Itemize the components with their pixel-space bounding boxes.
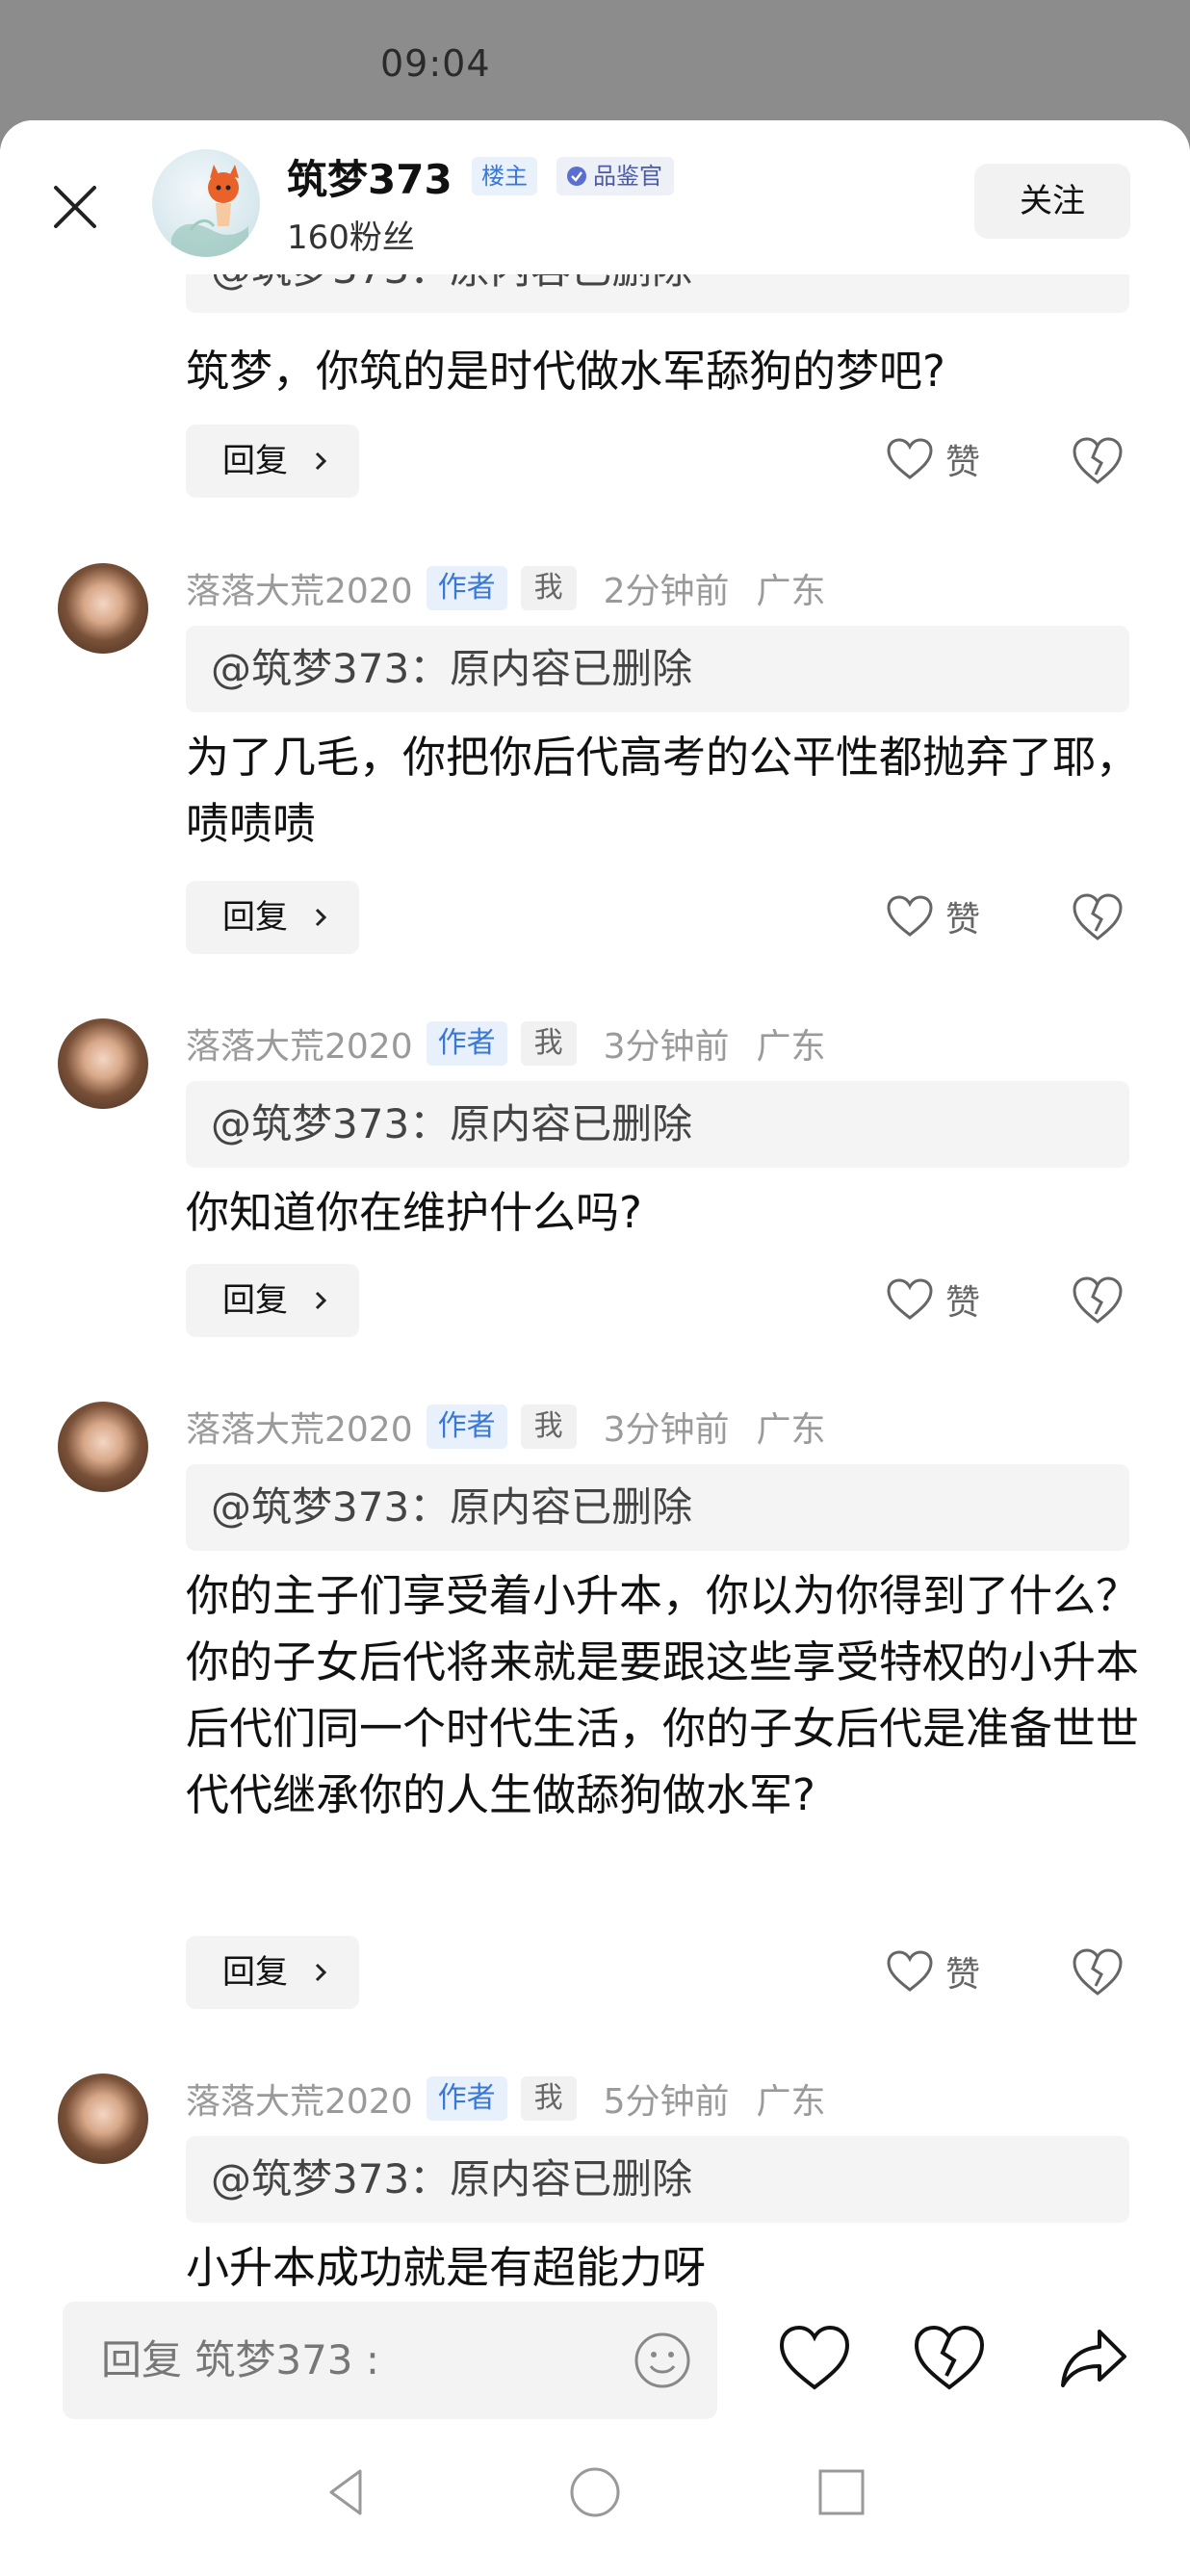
reply-button[interactable]: 回复	[186, 881, 359, 954]
back-icon[interactable]	[318, 2463, 375, 2521]
broken-heart-icon[interactable]	[1071, 434, 1125, 488]
like-button[interactable]: 赞	[886, 430, 1011, 488]
comment-meta: 落落大荒2020 作者 我 3分钟前 广东	[186, 1019, 826, 1068]
avatar[interactable]	[152, 149, 260, 257]
owner-badge: 楼主	[472, 157, 537, 195]
like-button[interactable]: 赞	[886, 888, 1011, 945]
reply-label: 回复	[222, 1953, 288, 1992]
chevron-right-icon	[315, 1963, 327, 1982]
reply-button[interactable]: 回复	[186, 1264, 359, 1337]
judge-badge: 品鉴官	[556, 157, 674, 195]
quote-block: @筑梦373：原内容已删除	[186, 1081, 1129, 1168]
comment-body: 你的主子们享受着小升本，你以为你得到了什么？你的子女后代将来就是要跟这些享受特权…	[186, 1570, 1140, 1820]
author-name[interactable]: 落落大荒2020	[186, 1402, 413, 1452]
broken-heart-icon[interactable]	[1071, 890, 1125, 944]
comment-location: 广东	[756, 1027, 826, 1067]
sheet-header: 筑梦373 楼主 品鉴官 160粉丝 关注	[0, 120, 1190, 274]
fox-avatar-icon	[171, 165, 248, 257]
like-label: 赞	[945, 1955, 981, 1995]
status-bar: 09:04	[0, 0, 1190, 120]
comment-location: 广东	[756, 1410, 826, 1450]
quote-block: @筑梦373：原内容已删除	[186, 626, 1129, 712]
comment-time: 3分钟前	[603, 1410, 730, 1450]
broken-heart-icon[interactable]	[1071, 1274, 1125, 1327]
reply-label: 回复	[222, 442, 288, 480]
author-name[interactable]: 落落大荒2020	[186, 563, 413, 613]
me-tag: 我	[520, 566, 577, 610]
like-button[interactable]: 赞	[886, 1271, 1011, 1328]
avatar[interactable]	[58, 1402, 148, 1492]
follow-button[interactable]: 关注	[974, 164, 1130, 239]
author-name[interactable]: 落落大荒2020	[186, 2074, 413, 2124]
heart-icon	[887, 895, 933, 937]
comment-body: 你知道你在维护什么吗?	[186, 1187, 642, 1238]
chevron-right-icon	[315, 908, 327, 927]
home-icon[interactable]	[566, 2463, 624, 2521]
bottom-bar: 回复 筑梦373 :	[0, 2286, 1190, 2576]
me-tag: 我	[520, 1021, 577, 1066]
me-tag: 我	[520, 1404, 577, 1449]
reply-label: 回复	[222, 898, 288, 937]
avatar[interactable]	[58, 563, 148, 654]
comment-meta: 落落大荒2020 作者 我 2分钟前 广东	[186, 564, 826, 612]
like-label: 赞	[945, 1283, 981, 1323]
comment-location: 广东	[756, 572, 826, 611]
comment-time: 5分钟前	[603, 2082, 730, 2122]
like-button[interactable]: 赞	[886, 1943, 1011, 2000]
close-icon[interactable]	[46, 178, 104, 236]
comment-time: 3分钟前	[603, 1027, 730, 1067]
reply-placeholder: 回复 筑梦373 :	[101, 2336, 380, 2383]
comment-body: 为了几毛，你把你后代高考的公平性都抛弃了耶，啧啧啧	[186, 732, 1140, 849]
reply-button[interactable]: 回复	[186, 425, 359, 498]
judge-badge-label: 品鉴官	[593, 163, 662, 190]
author-name[interactable]: 落落大荒2020	[186, 1018, 413, 1069]
comment-meta: 落落大荒2020 作者 我 3分钟前 广东	[186, 1403, 826, 1451]
quote-block: @筑梦373：原内容已删除	[186, 2136, 1129, 2223]
comment-time: 2分钟前	[603, 572, 730, 611]
heart-icon	[887, 1278, 933, 1320]
reply-button[interactable]: 回复	[186, 1936, 359, 2009]
status-time: 09:04	[380, 42, 491, 85]
page-title: 筑梦373	[287, 156, 453, 203]
reply-label: 回复	[222, 1281, 288, 1320]
comment-body: 筑梦，你筑的是时代做水军舔狗的梦吧?	[186, 346, 945, 397]
comment-list[interactable]: @筑梦373：原内容已删除 筑梦，你筑的是时代做水军舔狗的梦吧? 回复 赞 落落…	[0, 120, 1190, 2293]
quote-block: @筑梦373：原内容已删除	[186, 1464, 1129, 1551]
heart-icon	[887, 438, 933, 479]
author-tag: 作者	[426, 1021, 507, 1066]
comment-sheet: @筑梦373：原内容已删除 筑梦，你筑的是时代做水军舔狗的梦吧? 回复 赞 落落…	[0, 120, 1190, 2576]
share-icon[interactable]	[1055, 2320, 1132, 2397]
avatar[interactable]	[58, 1018, 148, 1109]
verified-icon	[567, 167, 586, 186]
emoji-icon[interactable]	[633, 2331, 692, 2390]
recents-icon[interactable]	[813, 2463, 870, 2521]
avatar[interactable]	[58, 2074, 148, 2164]
like-label: 赞	[945, 443, 981, 482]
author-tag: 作者	[426, 1404, 507, 1449]
comment-location: 广东	[756, 2082, 826, 2122]
broken-heart-icon[interactable]	[1071, 1945, 1125, 1999]
heart-icon	[887, 1950, 933, 1992]
author-tag: 作者	[426, 2076, 507, 2121]
chevron-right-icon	[315, 1291, 327, 1310]
comment-meta: 落落大荒2020 作者 我 5分钟前 广东	[186, 2074, 826, 2123]
heart-icon[interactable]	[776, 2320, 853, 2397]
chevron-right-icon	[315, 451, 327, 471]
fans-count: 160粉丝	[287, 219, 415, 257]
me-tag: 我	[520, 2076, 577, 2121]
reply-input[interactable]: 回复 筑梦373 :	[63, 2302, 717, 2419]
broken-heart-icon[interactable]	[911, 2320, 988, 2397]
author-tag: 作者	[426, 566, 507, 610]
like-label: 赞	[945, 900, 981, 940]
